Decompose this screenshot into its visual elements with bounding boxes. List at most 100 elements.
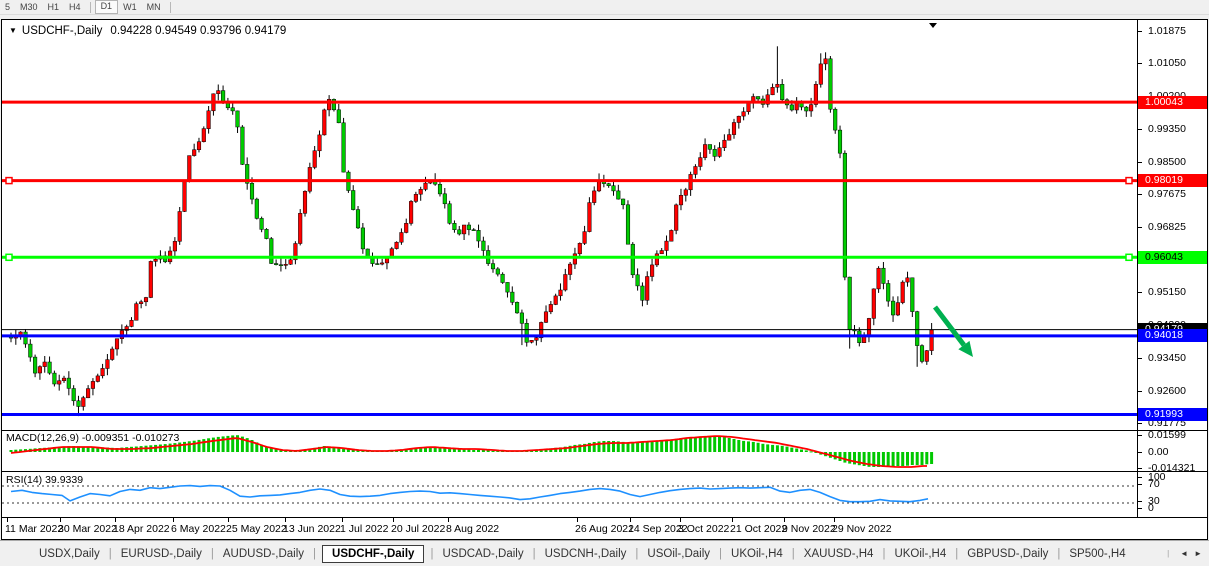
axis-tick <box>1138 162 1142 163</box>
tab-separator: | <box>1057 548 1060 560</box>
timeframe-button-W1[interactable]: W1 <box>118 1 142 13</box>
date-tick <box>448 518 449 522</box>
tab-usdcnh-daily[interactable]: USDCNH-,Daily <box>542 546 630 562</box>
date-label: 11 Mar 2022 <box>5 523 63 535</box>
tab-separator: | <box>792 548 795 560</box>
price-tick-label: 1.01050 <box>1148 57 1186 69</box>
hline-objects[interactable] <box>2 102 1137 414</box>
tab-scroll-left-icon[interactable]: ◄ <box>1177 549 1191 558</box>
tab-separator: | <box>635 548 638 560</box>
date-label: 3 Oct 2022 <box>678 523 729 535</box>
date-tick <box>342 518 343 522</box>
date-tick <box>732 518 733 522</box>
price-tick-label: 1.01875 <box>1148 25 1186 37</box>
axis-tick <box>1138 435 1142 436</box>
axis-tick <box>1138 358 1142 359</box>
hline-handle <box>6 254 12 260</box>
timeframe-button-H4[interactable]: H4 <box>64 1 86 13</box>
date-label: 21 Oct 2022 <box>730 523 787 535</box>
timeframe-button-D1[interactable]: D1 <box>95 0 119 14</box>
date-tick <box>173 518 174 522</box>
price-badge-0.96043: 0.96043 <box>1138 251 1207 264</box>
chart-dropdown-icon[interactable]: ▼ <box>9 26 17 35</box>
tab-usdcad-daily[interactable]: USDCAD-,Daily <box>439 546 526 562</box>
macd-axis-label: 0.00 <box>1148 446 1168 458</box>
tab-sp500-h4[interactable]: SP500-,H4 <box>1066 546 1128 562</box>
date-label: 30 Mar 2022 <box>58 523 117 535</box>
tab-scroll-right-icon[interactable]: ► <box>1191 549 1205 558</box>
price-tick-label: 0.93450 <box>1148 352 1186 364</box>
date-label: 1 Jul 2022 <box>340 523 388 535</box>
date-tick <box>115 518 116 522</box>
date-label: 8 Aug 2022 <box>446 523 499 535</box>
date-label: 29 Nov 2022 <box>832 523 892 535</box>
timeframe-button-H1[interactable]: H1 <box>43 1 65 13</box>
trading-app: { "toolbar": { "timeframe_groups": [["5"… <box>0 0 1209 566</box>
timeframe-button-MN[interactable]: MN <box>142 1 166 13</box>
tab-gbpusd-daily[interactable]: GBPUSD-,Daily <box>964 546 1051 562</box>
tab-ukoil-h4[interactable]: UKOil-,H4 <box>728 546 786 562</box>
price-tick-label: 0.97675 <box>1148 188 1186 200</box>
hline-handle <box>1126 254 1132 260</box>
hline-handle <box>1126 178 1132 184</box>
date-label: 13 Jun 2022 <box>283 523 341 535</box>
tab-eurusd-daily[interactable]: EURUSD-,Daily <box>118 546 205 562</box>
axis-tick <box>1138 391 1142 392</box>
trend-arrow-shaft[interactable] <box>935 307 964 345</box>
date-tick <box>630 518 631 522</box>
toolbar-separator <box>170 2 171 13</box>
date-label: 6 May 2022 <box>171 523 226 535</box>
price-badge-0.91993: 0.91993 <box>1138 408 1207 421</box>
rsi-axis-label: 0 <box>1148 502 1154 514</box>
tab-separator: | <box>1167 549 1169 558</box>
tab-usdchf-daily[interactable]: USDCHF-,Daily <box>322 545 424 563</box>
axis-tick <box>1138 477 1142 478</box>
rsi-pane[interactable] <box>2 472 1137 517</box>
tab-separator: | <box>955 548 958 560</box>
pane-separator[interactable] <box>2 471 1207 472</box>
rsi-label: RSI(14) 39.9339 <box>6 474 83 486</box>
axis-tick <box>1138 484 1142 485</box>
axis-tick <box>1138 501 1142 502</box>
tab-separator: | <box>533 548 536 560</box>
price-tick-label: 0.98500 <box>1148 156 1186 168</box>
price-badge-0.98019: 0.98019 <box>1138 174 1207 187</box>
date-tick <box>285 518 286 522</box>
axis-tick <box>1138 292 1142 293</box>
date-label: 26 Aug 2022 <box>575 523 634 535</box>
chart-window: ▼USDCHF-,Daily0.94228 0.94549 0.93796 0.… <box>1 19 1208 540</box>
tab-xauusd-h4[interactable]: XAUUSD-,H4 <box>801 546 877 562</box>
tab-usdx-daily[interactable]: USDX,Daily <box>36 546 103 562</box>
macd-axis-label: 0.01599 <box>1148 429 1186 441</box>
tab-ukoil-h4[interactable]: UKOil-,H4 <box>891 546 949 562</box>
axis-tick <box>1138 129 1142 130</box>
tab-separator: | <box>313 548 316 560</box>
date-label: 18 Apr 2022 <box>113 523 170 535</box>
chart-title: ▼USDCHF-,Daily0.94228 0.94549 0.93796 0.… <box>9 25 286 37</box>
axis-tick <box>1138 194 1142 195</box>
axis-tick <box>1138 423 1142 424</box>
rsi-axis-label: 70 <box>1148 478 1160 490</box>
date-tick <box>7 518 8 522</box>
timeframe-button-M30[interactable]: M30 <box>15 1 43 13</box>
chart-shift-marker[interactable] <box>929 23 937 28</box>
date-label: 20 Jul 2022 <box>391 523 445 535</box>
axis-tick <box>1138 452 1142 453</box>
tab-audusd-daily[interactable]: AUDUSD-,Daily <box>220 546 307 562</box>
pane-separator[interactable] <box>2 430 1207 431</box>
tab-separator: | <box>719 548 722 560</box>
symbol-tabbar: USDX,Daily | EURUSD-,Daily | AUDUSD-,Daily | U… <box>0 540 1209 566</box>
timeframe-button-5[interactable]: 5 <box>0 1 15 13</box>
axis-tick <box>1138 63 1142 64</box>
price-pane[interactable] <box>2 20 1137 430</box>
date-tick <box>393 518 394 522</box>
tab-separator: | <box>882 548 885 560</box>
price-tick-label: 0.92600 <box>1148 385 1186 397</box>
rsi-canvas <box>2 472 1137 517</box>
tab-separator: | <box>109 548 112 560</box>
date-tick <box>577 518 578 522</box>
date-tick <box>784 518 785 522</box>
tab-usoil-daily[interactable]: USOil-,Daily <box>644 546 713 562</box>
tab-separator: | <box>430 548 433 560</box>
timeframe-toolbar: 5M30H1H4 D1W1MN <box>0 0 1209 15</box>
